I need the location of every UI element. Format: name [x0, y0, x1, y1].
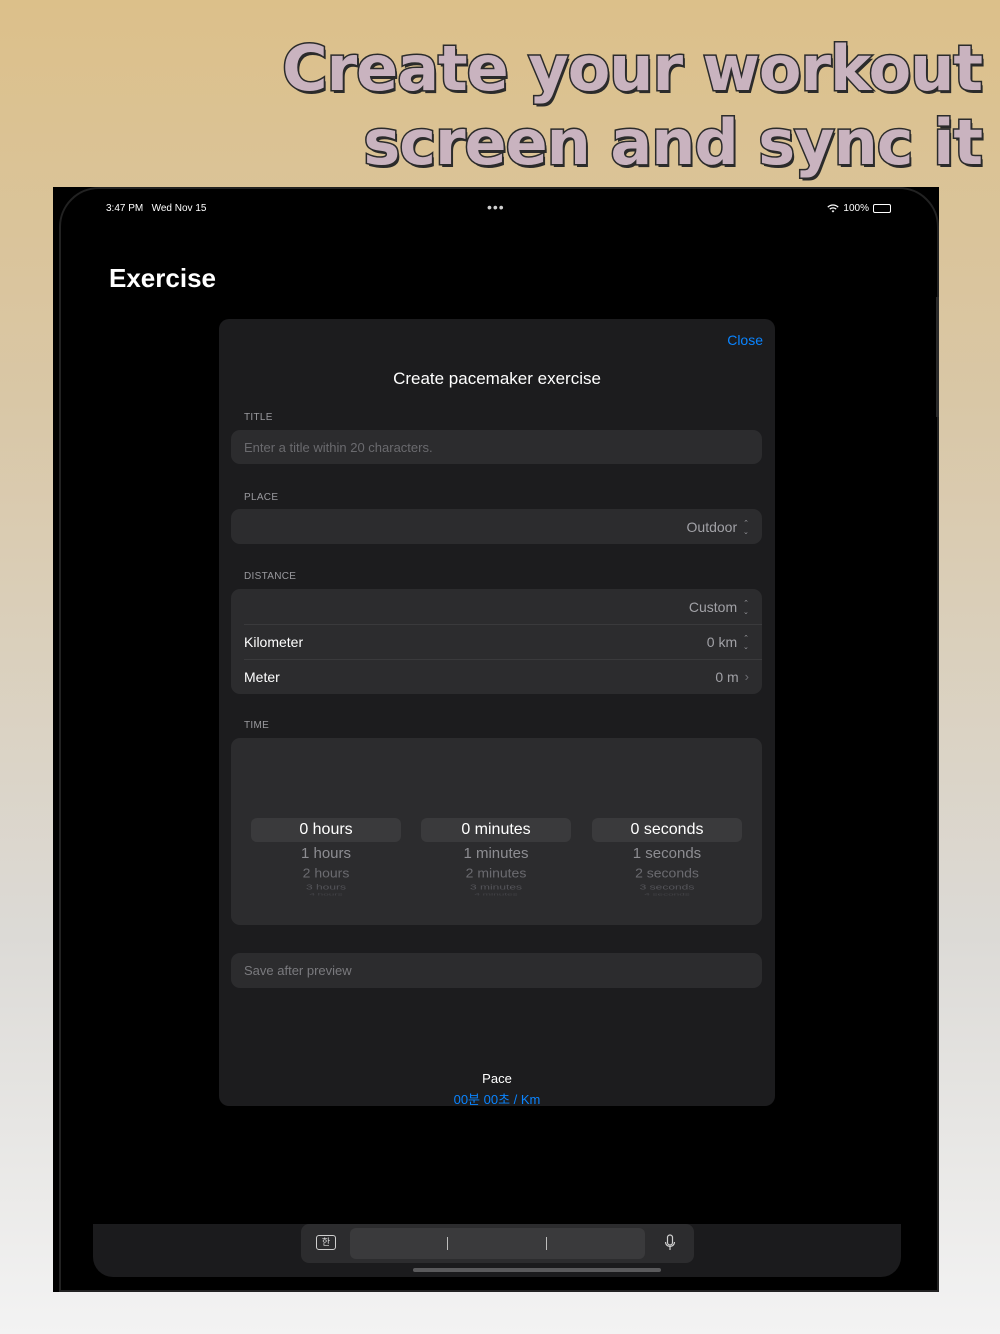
hours-wheel[interactable]: 0 hours 1 hours 2 hours 3 hours 4 hours — [251, 818, 401, 898]
minutes-option: 1 minutes — [463, 845, 529, 862]
time-picker[interactable]: 0 hours 1 hours 2 hours 3 hours 4 hours … — [231, 738, 762, 925]
keyboard-toolbar: 한 — [301, 1224, 694, 1263]
distance-section-label: DISTANCE — [244, 571, 297, 582]
save-after-preview-button[interactable]: Save after preview — [231, 953, 762, 988]
seconds-option: 4 seconds — [644, 892, 690, 897]
language-switch-key[interactable]: 한 — [316, 1235, 336, 1250]
meter-value: 0 m — [715, 668, 739, 685]
side-button — [936, 297, 939, 417]
chevron-up-down-icon: ⌃ ⌃ — [743, 634, 749, 649]
battery-percent: 100% — [843, 203, 869, 214]
home-indicator[interactable] — [413, 1268, 661, 1272]
place-group: Outdoor ⌃ ⌃ — [231, 509, 762, 544]
meter-label: Meter — [244, 668, 280, 685]
seconds-option: 2 seconds — [635, 865, 699, 881]
close-button[interactable]: Close — [727, 332, 763, 348]
distance-preset-selector[interactable]: Custom ⌃ ⌃ — [231, 589, 762, 624]
kilometer-value-wrap: 0 km ⌃ ⌃ — [707, 634, 749, 650]
minutes-selected: 0 minutes — [421, 818, 571, 842]
hours-selected: 0 hours — [251, 818, 401, 842]
place-section-label: PLACE — [244, 492, 279, 503]
seconds-wheel[interactable]: 0 seconds 1 seconds 2 seconds 3 seconds … — [592, 818, 742, 898]
battery-icon — [873, 204, 891, 213]
title-field-group — [231, 430, 762, 464]
title-section-label: TITLE — [244, 412, 273, 423]
microphone-icon[interactable] — [664, 1234, 676, 1252]
time-section-label: TIME — [244, 720, 270, 731]
place-selector[interactable]: Outdoor ⌃ ⌃ — [231, 509, 762, 544]
seconds-option: 3 seconds — [639, 882, 695, 892]
headline-line-2: screen and sync it — [362, 105, 985, 181]
minutes-option: 2 minutes — [465, 865, 527, 881]
sheet-title: Create pacemaker exercise — [393, 369, 601, 388]
place-value-wrap: Outdoor ⌃ ⌃ — [687, 519, 749, 535]
status-time-date: 3:47 PM Wed Nov 15 — [106, 203, 206, 214]
page-title: Exercise — [109, 263, 216, 293]
kilometer-label: Kilometer — [244, 633, 304, 650]
pace-label: Pace — [482, 1071, 512, 1086]
multitasking-dots-icon[interactable]: ••• — [487, 199, 505, 215]
kilometer-value: 0 km — [706, 633, 738, 650]
suggestion-divider — [447, 1237, 448, 1250]
hours-option: 3 hours — [305, 882, 347, 892]
wifi-icon — [827, 204, 840, 213]
pace-value: 00분 00초 / Km — [453, 1092, 541, 1106]
status-date: Wed Nov 15 — [151, 203, 207, 214]
chevron-right-icon: › — [744, 669, 749, 684]
status-right: 100% — [827, 203, 891, 214]
seconds-option: 1 seconds — [632, 845, 702, 862]
kilometer-row[interactable]: Kilometer 0 km ⌃ ⌃ — [231, 624, 762, 659]
minutes-option: 4 minutes — [474, 892, 518, 897]
hours-option: 1 hours — [300, 845, 352, 862]
keyboard-suggestions[interactable] — [350, 1228, 645, 1259]
headline-line-1: Create your workout — [281, 31, 985, 107]
minutes-option: 3 minutes — [469, 882, 523, 892]
seconds-selected: 0 seconds — [592, 818, 742, 842]
suggestion-divider — [546, 1237, 547, 1250]
distance-preset-value: Custom — [688, 598, 738, 615]
distance-group: Custom ⌃ ⌃ Kilometer 0 km ⌃ ⌃ Meter 0 m › — [231, 589, 762, 694]
meter-value-wrap: 0 m › — [715, 669, 749, 685]
chevron-up-down-icon: ⌃ ⌃ — [743, 519, 749, 534]
promo-headline: Create your workout screen and sync it — [182, 31, 985, 181]
hours-option: 2 hours — [302, 865, 350, 881]
meter-row[interactable]: Meter 0 m › — [231, 659, 762, 694]
status-time: 3:47 PM — [106, 203, 144, 214]
title-input[interactable] — [231, 430, 762, 464]
create-exercise-sheet: Close Create pacemaker exercise TITLE PL… — [219, 319, 775, 1106]
minutes-wheel[interactable]: 0 minutes 1 minutes 2 minutes 3 minutes … — [421, 818, 571, 898]
keyboard-shortcut-bar: 한 — [93, 1224, 901, 1277]
ipad-screen: 3:47 PM Wed Nov 15 ••• 100% Exercise Clo… — [53, 187, 939, 1292]
status-bar: 3:47 PM Wed Nov 15 ••• 100% — [53, 199, 939, 219]
hours-option: 4 hours — [309, 892, 343, 897]
chevron-up-down-icon: ⌃ ⌃ — [743, 599, 749, 614]
distance-preset-wrap: Custom ⌃ ⌃ — [689, 599, 749, 615]
place-value: Outdoor — [686, 518, 738, 535]
